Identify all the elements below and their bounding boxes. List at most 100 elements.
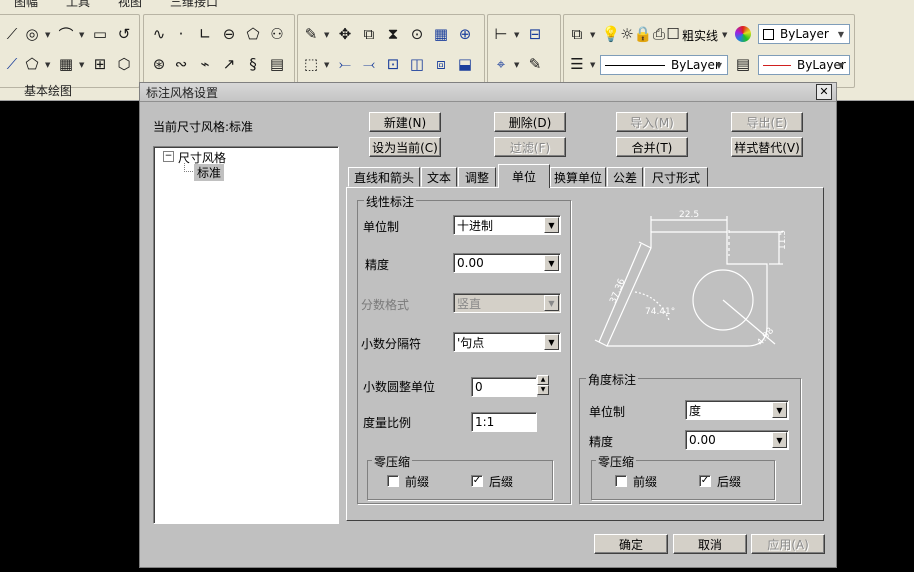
tab-units[interactable]: 单位 [498,164,550,188]
chevron-down-icon[interactable]: ▼ [79,31,84,39]
brush-icon[interactable]: ✎ [300,23,322,45]
offset-icon[interactable]: ⊡ [382,53,404,75]
round-off-input[interactable]: 0 [471,377,537,397]
angular-unit-select[interactable]: 度 ▼ [685,400,789,420]
close-icon[interactable]: ✕ [816,84,832,100]
scale-factor-input[interactable]: 1:1 [471,412,537,432]
table-icon[interactable]: ▤ [266,53,288,75]
angular-precision-select[interactable]: 0.00 ▼ [685,430,789,450]
fillet-icon[interactable]: ◫ [406,53,428,75]
spring-icon[interactable]: § [242,53,264,75]
tab-alt-units[interactable]: 换算单位 [550,167,606,187]
tab-fit[interactable]: 调整 [458,167,496,187]
break-line-icon[interactable]: ⌁ [194,53,216,75]
boundary-icon[interactable]: ⬡ [113,53,135,75]
decimal-separator-select[interactable]: '句点 ▼ [453,332,561,352]
chevron-down-icon[interactable]: ▼ [514,31,519,39]
linear-precision-select[interactable]: 0.00 ▼ [453,253,561,273]
filter-button[interactable]: 过滤(F) [494,137,566,157]
override-button[interactable]: 样式替代(V) [731,137,803,157]
trim-icon[interactable]: ⤚ [334,53,356,75]
tab-tolerance[interactable]: 公差 [607,167,643,187]
color-combo[interactable]: ByLayer ▼ [758,24,850,44]
linecolor-combo[interactable]: ByLayer ▼ [758,55,850,75]
copy-icon[interactable]: ⧉ [358,23,380,45]
extend-icon[interactable]: ⤙ [358,53,380,75]
line-icon[interactable]: ⟋ [1,23,23,45]
merge-button[interactable]: 合并(T) [616,137,688,157]
new-button[interactable]: 新建(N) [369,112,441,132]
tab-lines-arrows[interactable]: 直线和箭头 [348,167,420,187]
linetype-combo[interactable]: ByLayer ▼ [600,55,728,75]
chevron-down-icon[interactable]: ▼ [79,61,84,69]
tab-text[interactable]: 文本 [421,167,457,187]
mirror-icon[interactable]: ⧗ [382,23,404,45]
chevron-down-icon[interactable]: ▼ [45,31,50,39]
chevron-down-icon[interactable]: ▼ [722,31,727,39]
pentagon-icon[interactable]: ⬠ [242,23,264,45]
hatch-icon[interactable]: ▦ [55,53,77,75]
curve-icon[interactable]: ∿ [148,23,170,45]
chevron-down-icon[interactable]: ▼ [324,61,329,69]
stretch-icon[interactable]: ⊕ [454,23,476,45]
construction-line-icon[interactable]: ⟋ [1,53,23,75]
apply-button[interactable]: 应用(A) [751,534,825,554]
linear-trailing-checkbox[interactable]: ✓ [471,475,483,487]
rectangle-icon[interactable]: ▭ [89,23,111,45]
wave-icon[interactable]: ∾ [170,53,192,75]
color-wheel-icon[interactable] [732,23,754,45]
point-icon[interactable]: · [170,23,192,45]
polygon-icon[interactable]: ⬠ [21,53,43,75]
tree-item-standard[interactable]: 标准 [194,164,225,181]
gear-shape-icon[interactable]: ⊛ [148,53,170,75]
lineweight-label[interactable]: 粗实线 [682,27,718,44]
tab-dim-form[interactable]: 尺寸形式 [644,167,708,187]
chevron-down-icon[interactable]: ▼ [514,61,519,69]
import-button[interactable]: 导入(M) [616,112,688,132]
chevron-down-icon[interactable]: ▼ [544,295,559,311]
circle-icon[interactable]: ◎ [21,23,43,45]
chevron-down-icon[interactable]: ▼ [711,56,727,74]
delete-button[interactable]: 删除(D) [494,112,566,132]
chevron-down-icon[interactable]: ▼ [833,25,849,43]
move-icon[interactable]: ✥ [334,23,356,45]
fraction-format-select[interactable]: 竖直 ▼ [453,293,561,313]
menu-item-frame[interactable]: 图幅 [14,0,38,10]
explode-icon[interactable]: ⬓ [454,53,476,75]
spline-icon[interactable]: ↺ [113,23,135,45]
rotate-icon[interactable]: ⊙ [406,23,428,45]
round-off-spinner[interactable]: ▲ ▼ [537,375,549,395]
menu-item-view[interactable]: 视图 [118,0,142,10]
cancel-button[interactable]: 取消 [673,534,747,554]
lineweight-icon[interactable]: ☰ [566,53,588,75]
style-tree[interactable]: − 尺寸风格 标准 [153,146,339,524]
layer-icon[interactable]: ⧉ [566,23,588,45]
chevron-down-icon[interactable]: ▼ [544,217,559,233]
tolerance-icon[interactable]: ⌖ [490,53,512,75]
menu-item-3d[interactable]: 三维接口 [170,0,218,10]
arrow-icon[interactable]: ↗ [218,53,240,75]
line-scale-icon[interactable]: ▤ [732,53,754,75]
set-current-button[interactable]: 设为当前(C) [369,137,441,157]
chevron-down-icon[interactable]: ▼ [772,402,787,418]
arc-icon[interactable]: ⌒ [55,23,77,45]
ok-button[interactable]: 确定 [594,534,668,554]
array-icon[interactable]: ▦ [430,23,452,45]
dialog-titlebar[interactable]: 标注风格设置 ✕ [140,83,836,102]
chevron-down-icon[interactable]: ▼ [833,56,849,74]
export-button[interactable]: 导出(E) [731,112,803,132]
spin-down-icon[interactable]: ▼ [537,385,549,395]
ellipse-icon[interactable]: ⊖ [218,23,240,45]
angular-trailing-checkbox[interactable]: ✓ [699,475,711,487]
linear-leading-checkbox[interactable] [387,475,399,487]
tree-collapse-icon[interactable]: − [163,151,174,162]
chevron-down-icon[interactable]: ▼ [45,61,50,69]
text-icon[interactable]: ⊟ [524,23,546,45]
chevron-down-icon[interactable]: ▼ [590,31,595,39]
chevron-down-icon[interactable]: ▼ [590,61,595,69]
block-icon[interactable]: ⚇ [266,23,288,45]
axis-icon[interactable]: ∟ [194,23,216,45]
chevron-down-icon[interactable]: ▼ [544,334,559,350]
select-box-icon[interactable]: ⬚ [300,53,322,75]
edit-text-icon[interactable]: ✎ [524,53,546,75]
